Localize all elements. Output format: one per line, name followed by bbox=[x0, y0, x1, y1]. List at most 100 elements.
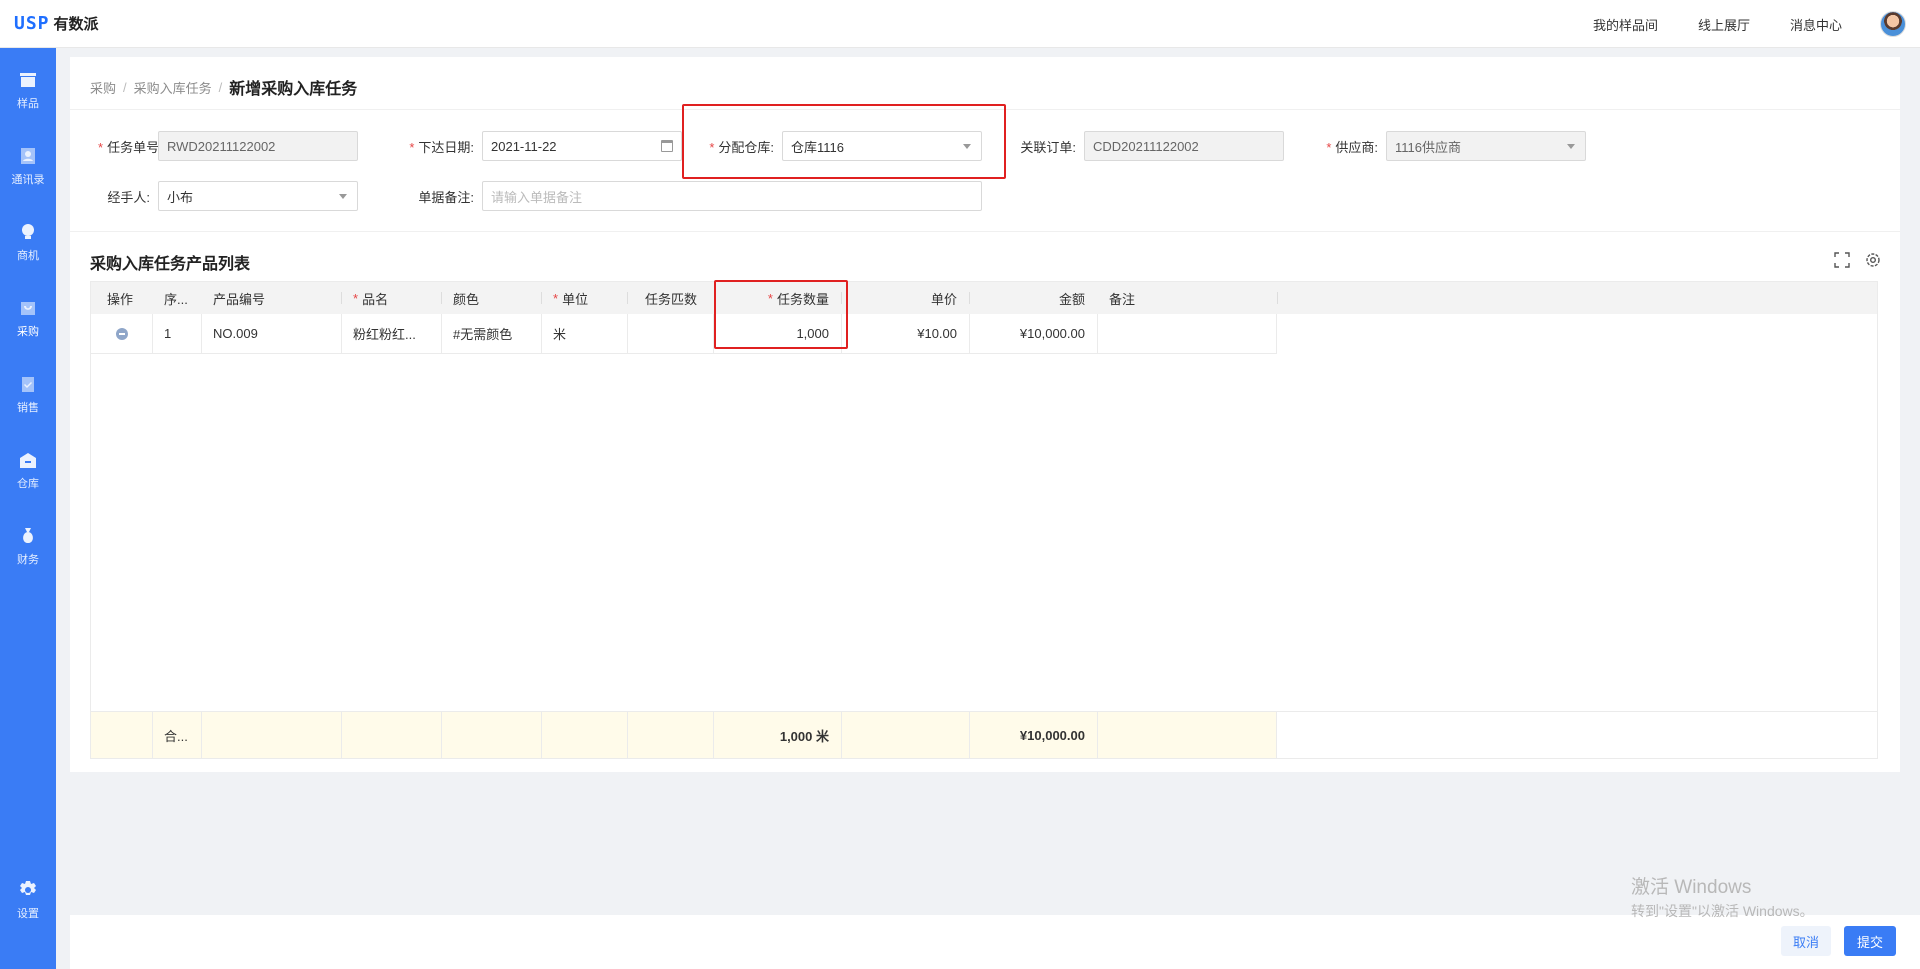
main-card: 采购 / 采购入库任务 / 新增采购入库任务 * 任务单号: RWD2021112… bbox=[70, 57, 1900, 772]
task-no-input[interactable]: RWD20211122002 bbox=[158, 131, 358, 161]
col-header-remark[interactable]: 备注 bbox=[1097, 282, 1277, 314]
table-header: 操作 序... 产品编号 * 品名 颜色 * 单位 任务匹数 * 任务数量 单价 金额… bbox=[91, 282, 1877, 314]
sidebar-item-samples[interactable]: 样品 bbox=[0, 60, 56, 120]
column-resize-handle[interactable] bbox=[441, 292, 442, 304]
warehouse-label: * 分配仓库: bbox=[709, 139, 774, 155]
row-amount: ¥10,000.00 bbox=[1019, 326, 1085, 341]
col-header-index[interactable]: 序... bbox=[152, 282, 201, 314]
remark-input[interactable]: 请输入单据备注 bbox=[482, 181, 982, 211]
cell-border bbox=[441, 712, 442, 758]
sidebar-item-purchase[interactable]: 采购 bbox=[0, 288, 56, 348]
top-link-online-showroom[interactable]: 线上展厅 bbox=[1698, 15, 1750, 34]
remove-row-icon[interactable] bbox=[115, 327, 128, 340]
cell-border bbox=[969, 712, 970, 758]
breadcrumb-inbound-tasks[interactable]: 采购入库任务 bbox=[134, 78, 212, 97]
sidebar-item-settings[interactable]: 设置 bbox=[0, 870, 56, 930]
cell-border bbox=[441, 314, 442, 353]
sidebar-item-label: 通讯录 bbox=[11, 174, 45, 186]
col-header-color[interactable]: 颜色 bbox=[441, 282, 541, 314]
gear-icon[interactable] bbox=[1864, 251, 1882, 269]
column-resize-handle[interactable] bbox=[341, 292, 342, 304]
row-quantity[interactable]: 1,000 bbox=[713, 314, 841, 353]
column-resize-handle[interactable] bbox=[541, 292, 542, 304]
chevron-down-icon bbox=[339, 194, 347, 199]
chevron-down-icon bbox=[1567, 144, 1575, 149]
sidebar-item-label: 设置 bbox=[17, 908, 39, 920]
breadcrumb: 采购 / 采购入库任务 / 新增采购入库任务 bbox=[90, 75, 357, 99]
cell-border bbox=[541, 314, 542, 353]
sidebar-item-opportunities[interactable]: 商机 bbox=[0, 212, 56, 272]
row-unit-price[interactable]: ¥10.00 bbox=[841, 314, 969, 353]
col-header-name[interactable]: * 品名 bbox=[341, 282, 441, 314]
user-avatar[interactable] bbox=[1880, 11, 1906, 37]
logo-mark: USP bbox=[14, 13, 50, 34]
gear-icon bbox=[17, 879, 39, 901]
top-link-message-center[interactable]: 消息中心 bbox=[1790, 15, 1842, 34]
cell-border bbox=[969, 314, 970, 353]
cell-border bbox=[841, 712, 842, 758]
column-resize-handle[interactable] bbox=[1277, 292, 1278, 304]
warehouse-select[interactable]: 仓库1116 bbox=[782, 131, 982, 161]
sidebar-item-label: 采购 bbox=[17, 326, 39, 338]
handler-select[interactable]: 小布 bbox=[158, 181, 358, 211]
supplier-select[interactable]: 1116供应商 bbox=[1386, 131, 1586, 161]
row-remark[interactable] bbox=[1097, 314, 1277, 353]
col-header-action: 操作 bbox=[107, 291, 134, 307]
sidebar-item-label: 销售 bbox=[17, 402, 39, 414]
handler-label: 经手人: bbox=[107, 189, 150, 205]
column-resize-handle[interactable] bbox=[841, 292, 842, 304]
cell-border bbox=[341, 712, 342, 758]
windows-activation-watermark: 激活 Windows 转到"设置"以激活 Windows。 bbox=[1631, 872, 1814, 921]
header-divider bbox=[70, 109, 1900, 110]
sidebar-item-sales[interactable]: 销售 bbox=[0, 364, 56, 424]
row-unit[interactable]: 米 bbox=[541, 314, 627, 353]
col-header-quantity[interactable]: * 任务数量 bbox=[713, 282, 841, 314]
watermark-subtitle: 转到"设置"以激活 Windows。 bbox=[1631, 903, 1814, 919]
column-resize-handle[interactable] bbox=[969, 292, 970, 304]
fullscreen-icon[interactable] bbox=[1833, 251, 1851, 269]
row-pieces[interactable] bbox=[627, 314, 713, 353]
issue-date-label: * 下达日期: bbox=[409, 139, 474, 155]
sidebar-item-finance[interactable]: 财务 bbox=[0, 516, 56, 576]
cell-border bbox=[713, 712, 714, 758]
table-row: 1 NO.009 粉红粉红... #无需颜色 米 1,000 ¥10.00 ¥1… bbox=[91, 314, 1277, 354]
column-resize-handle[interactable] bbox=[627, 292, 628, 304]
footer-action-bar: 取消 提交 bbox=[70, 915, 1920, 969]
issue-date-value: 2021-11-22 bbox=[491, 138, 557, 154]
row-name[interactable]: 粉红粉红... bbox=[341, 314, 441, 353]
breadcrumb-purchase[interactable]: 采购 bbox=[90, 78, 116, 97]
supplier-field: * 供应商: 1116供应商 bbox=[1310, 131, 1586, 161]
related-order-input[interactable]: CDD20211122002 bbox=[1084, 131, 1284, 161]
col-header-product-no[interactable]: 产品编号 bbox=[201, 282, 341, 314]
top-link-sample-room[interactable]: 我的样品间 bbox=[1593, 15, 1658, 34]
col-header-amount[interactable]: 金额 bbox=[969, 282, 1097, 314]
product-table: 操作 序... 产品编号 * 品名 颜色 * 单位 任务匹数 * 任务数量 单价 金额… bbox=[90, 281, 1878, 759]
lightbulb-icon bbox=[17, 221, 39, 243]
chevron-down-icon bbox=[963, 144, 971, 149]
cell-border bbox=[341, 314, 342, 353]
col-header-pieces[interactable]: 任务匹数 bbox=[627, 282, 713, 314]
cell-border bbox=[1097, 712, 1098, 758]
summary-amount: ¥10,000.00 bbox=[1019, 727, 1085, 743]
cell-border bbox=[841, 314, 842, 353]
money-bag-icon bbox=[17, 525, 39, 547]
sidebar-item-warehouse[interactable]: 仓库 bbox=[0, 440, 56, 500]
box-icon bbox=[17, 69, 39, 91]
handler-value: 小布 bbox=[167, 189, 194, 205]
handler-field: 经手人: 小布 bbox=[98, 181, 358, 211]
warehouse-icon bbox=[17, 449, 39, 471]
related-order-field: 关联订单: CDD20211122002 bbox=[1006, 131, 1284, 161]
warehouse-field: * 分配仓库: 仓库1116 bbox=[692, 131, 982, 161]
sidebar-item-contacts[interactable]: 通讯录 bbox=[0, 136, 56, 196]
row-color[interactable]: #无需颜色 bbox=[441, 314, 541, 353]
summary-quantity: 1,000 米 bbox=[779, 728, 829, 744]
cancel-button[interactable]: 取消 bbox=[1781, 926, 1831, 956]
row-product-no[interactable]: NO.009 bbox=[201, 314, 341, 353]
brand-logo[interactable]: USP 有数派 bbox=[0, 0, 99, 48]
col-header-unit[interactable]: * 单位 bbox=[541, 282, 627, 314]
submit-button[interactable]: 提交 bbox=[1844, 926, 1896, 956]
issue-date-picker[interactable]: 2021-11-22 bbox=[482, 131, 682, 161]
sidebar-item-label: 仓库 bbox=[17, 478, 39, 490]
top-nav-links: 我的样品间 线上展厅 消息中心 bbox=[1593, 0, 1842, 48]
col-header-unit-price[interactable]: 单价 bbox=[841, 282, 969, 314]
